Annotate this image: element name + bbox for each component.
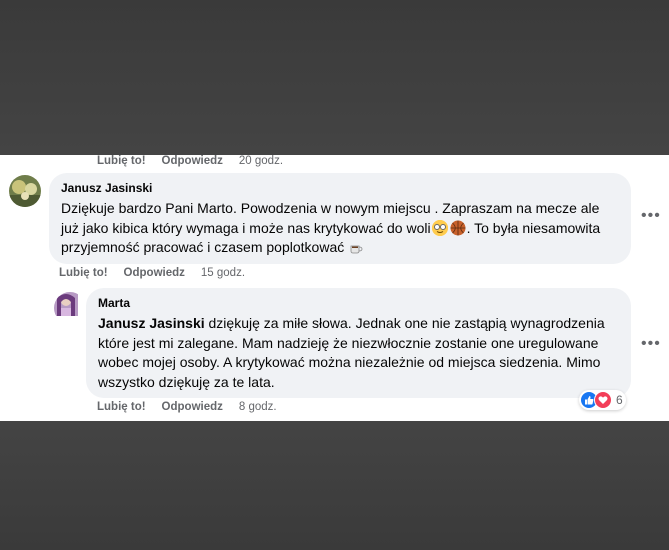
avatar[interactable] (9, 175, 41, 207)
reply-link[interactable]: Odpowiedz (162, 155, 223, 167)
comment-timestamp[interactable]: 15 godz. (201, 267, 245, 279)
comment-bubble: Janusz Jasinski Dziękuje bardzo Pani Mar… (49, 173, 631, 264)
comment-author[interactable]: Marta (98, 296, 619, 310)
comment-actions: Lubię to! Odpowiedz 15 godz. (59, 267, 261, 279)
like-link[interactable]: Lubię to! (97, 401, 146, 413)
more-options-icon[interactable]: ••• (641, 335, 661, 353)
previous-comment-actions: Lubię to! Odpowiedz 20 godz. (97, 155, 299, 167)
mention-link[interactable]: Janusz Jasinski (98, 315, 205, 331)
more-options-icon[interactable]: ••• (641, 207, 661, 225)
comment-timestamp[interactable]: 8 godz. (239, 401, 277, 413)
comment-text: Dziękuje bardzo Pani Marto. Powodzenia w… (61, 199, 619, 258)
love-icon (594, 391, 612, 409)
basketball-emoji (450, 220, 466, 236)
reply-actions: Lubię to! Odpowiedz 8 godz. (97, 401, 293, 413)
comment-text: Janusz Jasinski dziękuję za miłe słowa. … (98, 314, 619, 392)
nerd-face-emoji (431, 219, 448, 236)
comments-panel: Lubię to! Odpowiedz 20 godz. Janusz Jasi… (0, 155, 669, 421)
comment-timestamp[interactable]: 20 godz. (239, 155, 283, 167)
like-link[interactable]: Lubię to! (97, 155, 146, 167)
reaction-count: 6 (616, 393, 623, 407)
comment-author[interactable]: Janusz Jasinski (61, 181, 619, 195)
coffee-emoji (349, 241, 363, 255)
like-link[interactable]: Lubię to! (59, 267, 108, 279)
avatar[interactable] (54, 292, 86, 324)
reactions-summary[interactable]: 6 (579, 390, 626, 410)
reply-link[interactable]: Odpowiedz (162, 401, 223, 413)
dark-overlay-bottom (0, 421, 669, 550)
dark-overlay-top (0, 0, 669, 155)
reply-link[interactable]: Odpowiedz (124, 267, 185, 279)
reply-bubble: Marta Janusz Jasinski dziękuję za miłe s… (86, 288, 631, 398)
